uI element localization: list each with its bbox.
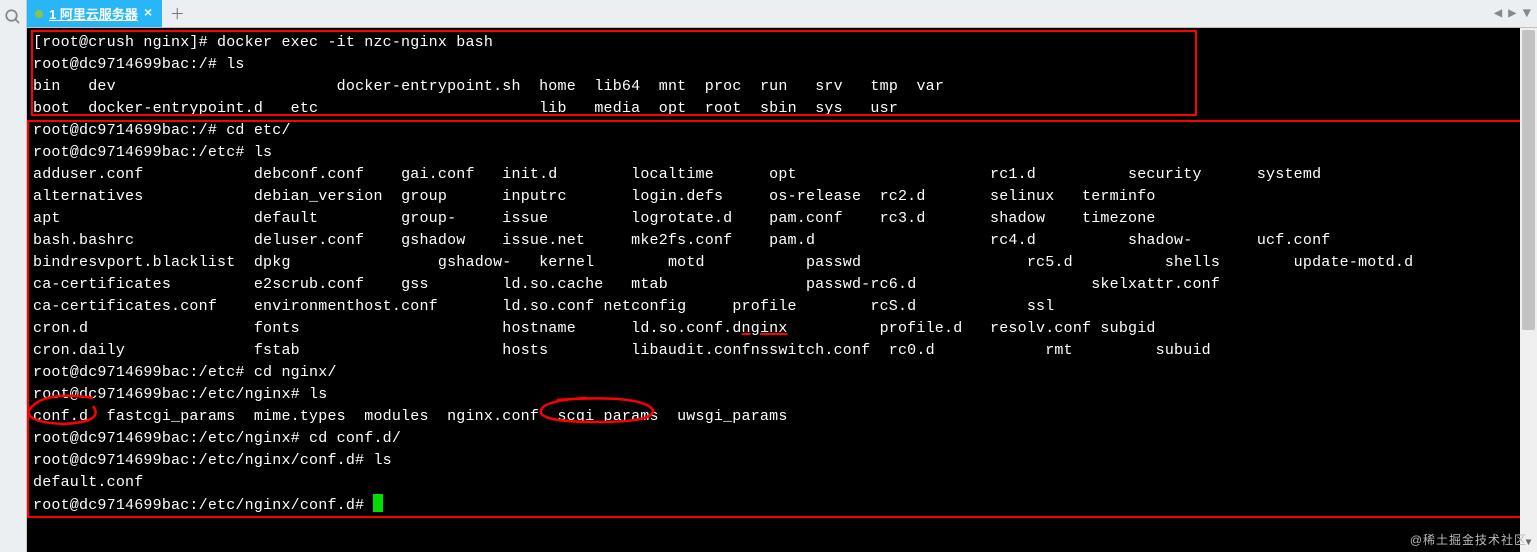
chevron-left-icon[interactable]: ◀: [1494, 5, 1502, 22]
search-icon[interactable]: [4, 8, 22, 32]
scroll-down-icon[interactable]: ▼: [1520, 535, 1537, 552]
scroll-thumb[interactable]: [1522, 30, 1535, 330]
status-dot-icon: [35, 10, 43, 18]
editor-left-gutter: [0, 0, 27, 552]
scrollbar[interactable]: ▲ ▼: [1520, 28, 1537, 552]
terminal[interactable]: [root@crush nginx]# docker exec -it nzc-…: [27, 28, 1537, 552]
chevron-down-icon[interactable]: ▼: [1523, 6, 1531, 22]
close-icon[interactable]: ×: [144, 7, 152, 21]
tab-bar: 1 阿里云服务器 × ＋ ◀ ▶ ▼: [27, 0, 1537, 28]
chevron-right-icon[interactable]: ▶: [1508, 5, 1516, 22]
tab-label: 1 阿里云服务器: [49, 4, 138, 23]
tab-nav: ◀ ▶ ▼: [1494, 0, 1537, 27]
add-tab-button[interactable]: ＋: [162, 0, 192, 27]
tab-active[interactable]: 1 阿里云服务器 ×: [27, 0, 162, 27]
